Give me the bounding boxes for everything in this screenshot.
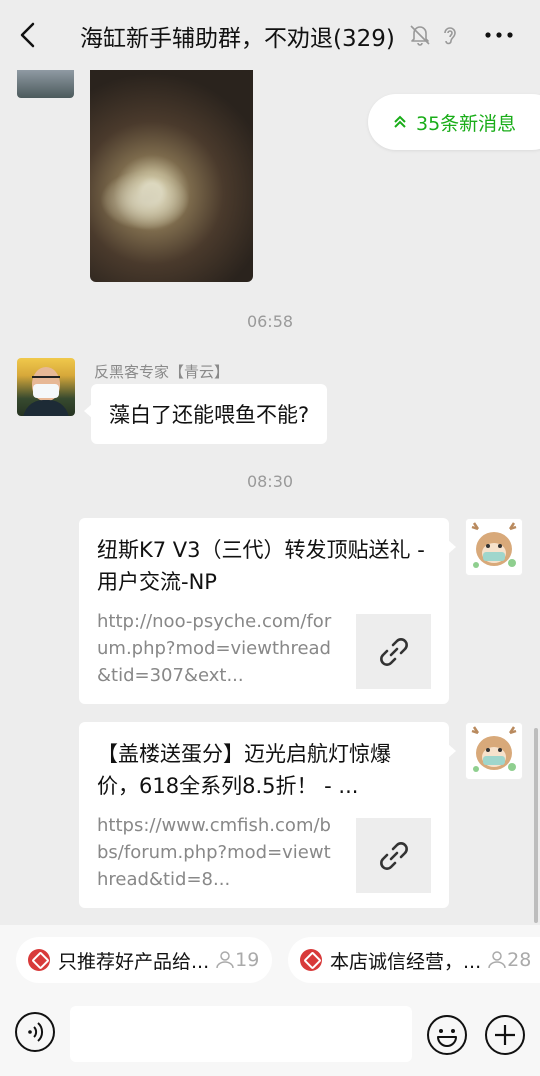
link-icon: [379, 637, 408, 666]
store-badge-icon: [28, 949, 50, 971]
member-count: 19: [215, 949, 259, 971]
link-title: 【盖楼送蛋分】迈光启航灯惊爆价，618全系列8.5折！ - ...: [97, 742, 391, 798]
avatar[interactable]: [17, 70, 74, 98]
link-card[interactable]: 【盖楼送蛋分】迈光启航灯惊爆价，618全系列8.5折！ - ... https:…: [79, 722, 456, 908]
link-thumbnail: [356, 614, 431, 689]
timestamp: 06:58: [246, 312, 294, 331]
message-input[interactable]: [70, 1006, 412, 1062]
image-message[interactable]: [90, 70, 253, 282]
double-chevron-up-icon: [394, 115, 406, 128]
chat-header: 海缸新手辅助群，不劝退(329): [0, 0, 540, 70]
new-messages-button[interactable]: 35条新消息: [368, 94, 540, 150]
link-title: 纽斯K7 V3（三代）转发顶贴送礼 - 用户交流-NP: [97, 538, 425, 594]
new-messages-label: 35条新消息: [416, 112, 517, 135]
ear-icon: [444, 27, 456, 45]
avatar[interactable]: [17, 358, 75, 416]
shortcut-label: 只推荐好产品给...: [58, 950, 210, 973]
shortcut-bar: 只推荐好产品给... 19 本店诚信经营，... 28: [0, 925, 540, 995]
chat-area[interactable]: 35条新消息 06:58 反黑客专家【青云】 藻白了还能喂鱼不能? 08:30 …: [0, 70, 540, 925]
link-card[interactable]: 纽斯K7 V3（三代）转发顶贴送礼 - 用户交流-NP http://noo-p…: [79, 518, 456, 704]
back-icon[interactable]: [14, 20, 44, 50]
input-bar: [0, 995, 540, 1076]
person-icon: [488, 951, 506, 969]
link-description: http://noo-psyche.com/forum.php?mod=view…: [97, 611, 332, 686]
voice-icon[interactable]: [14, 1011, 56, 1053]
shortcut-label: 本店诚信经营，...: [330, 950, 482, 973]
member-count: 28: [487, 949, 531, 971]
timestamp: 08:30: [246, 472, 294, 491]
link-description: https://www.cmfish.com/bbs/forum.php?mod…: [97, 815, 331, 890]
text-message[interactable]: 藻白了还能喂鱼不能?: [83, 384, 328, 444]
emoji-icon[interactable]: [426, 1014, 468, 1056]
chat-title: 海缸新手辅助群，不劝退(329): [80, 26, 395, 52]
link-icon: [379, 841, 408, 870]
scrollbar[interactable]: [534, 728, 538, 923]
more-icon[interactable]: [482, 20, 516, 50]
avatar[interactable]: [465, 518, 523, 576]
deer-avatar-image: [471, 522, 517, 568]
shortcut-chip[interactable]: 本店诚信经营，... 28: [288, 937, 540, 983]
store-badge-icon: [300, 949, 322, 971]
shortcut-chip[interactable]: 只推荐好产品给... 19: [16, 937, 272, 983]
person-icon: [216, 951, 234, 969]
link-thumbnail: [356, 818, 431, 893]
deer-avatar-image: [471, 726, 517, 772]
plus-icon[interactable]: [484, 1014, 526, 1056]
mute-bell-icon: [410, 25, 430, 46]
avatar[interactable]: [465, 722, 523, 780]
sender-name: 反黑客专家【青云】: [94, 363, 230, 381]
